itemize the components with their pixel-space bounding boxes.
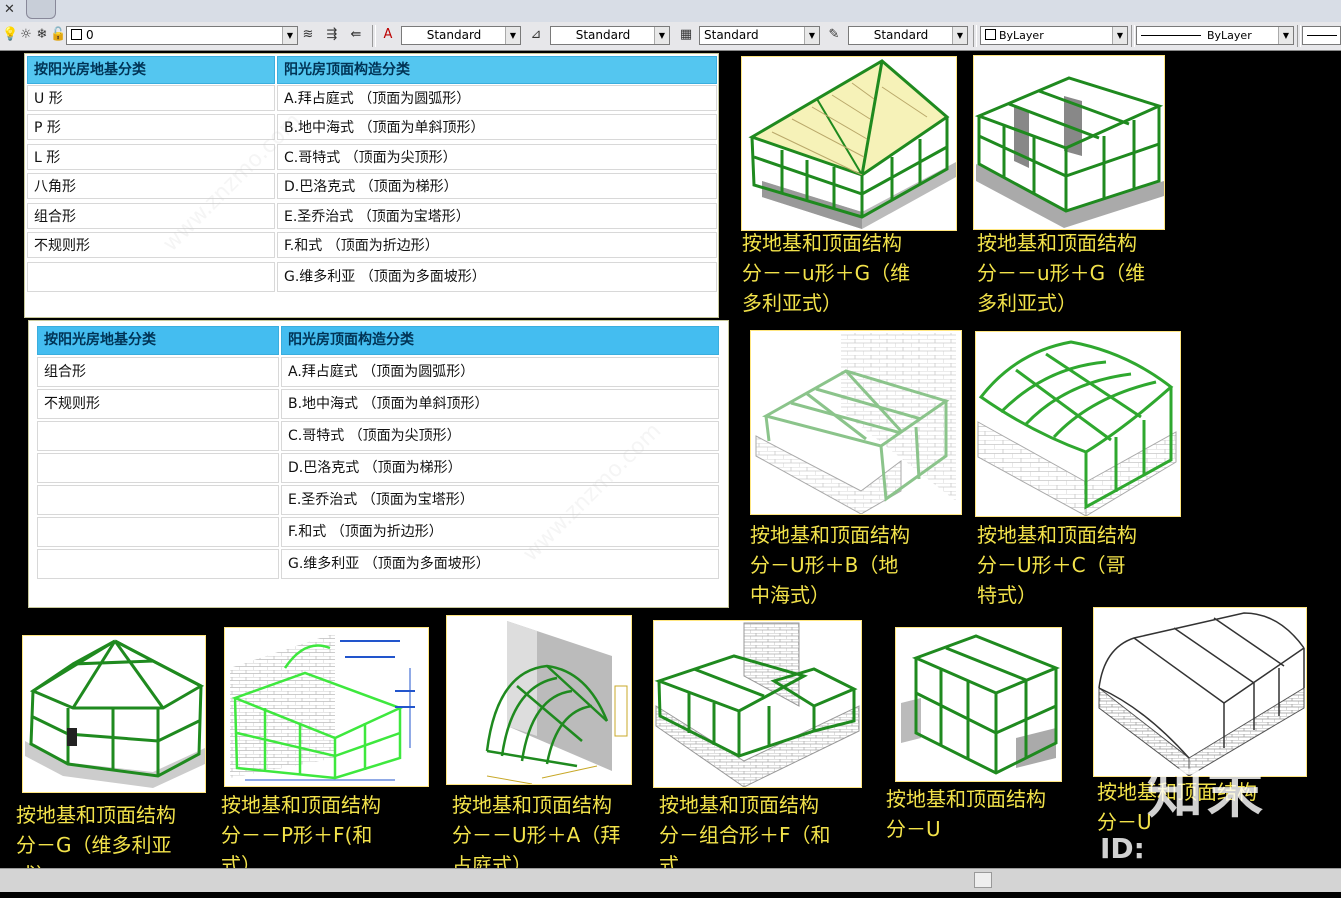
layer-properties-icon[interactable]: ≋: [300, 27, 316, 43]
toolbar-separator: [1131, 25, 1135, 47]
classification-table-1: 按阳光房地基分类 阳光房顶面构造分类 U 形 A.拜占庭式 （顶面为圆弧形） P…: [24, 53, 719, 318]
table-style-dropdown[interactable]: Standard ▼: [699, 26, 820, 45]
drawing-tab[interactable]: [26, 0, 56, 19]
table-cell: D.巴洛克式 （顶面为梯形）: [277, 173, 717, 199]
table-cell: [37, 485, 279, 515]
watermark-logo: 知末: [1147, 761, 1267, 826]
lineweight-sample-icon: [1307, 35, 1337, 36]
table-cell: B.地中海式 （顶面为单斜顶形）: [277, 114, 717, 140]
drawing-caption: 按地基和顶面结构 分－U形＋B（地 中海式）: [750, 523, 910, 607]
table-style-icon[interactable]: ▦: [678, 27, 694, 43]
table-style-value: Standard: [704, 28, 759, 42]
drawing-caption: 按地基和顶面结构 分－－P形＋F(和 式）: [221, 793, 381, 877]
close-icon[interactable]: ✕: [4, 2, 15, 17]
table-cell: U 形: [27, 85, 275, 111]
color-swatch-icon: [985, 29, 996, 40]
chevron-down-icon[interactable]: ▼: [1278, 27, 1293, 44]
text-style-dropdown[interactable]: Standard ▼: [401, 26, 521, 45]
sunroom-drawing-7: [446, 615, 632, 785]
chevron-down-icon[interactable]: ▼: [505, 27, 520, 44]
multileader-style-value: Standard: [873, 28, 929, 42]
linetype-dropdown[interactable]: ByLayer ▼: [1136, 26, 1294, 45]
table-header: 阳光房顶面构造分类: [281, 326, 719, 355]
drawing-caption: 按地基和顶面结构 分－－u形＋G（维 多利亚式）: [742, 231, 911, 315]
table-cell: F.和式 （顶面为折边形）: [277, 232, 717, 258]
table-cell: G.维多利亚 （顶面为多面坡形）: [281, 549, 719, 579]
dim-style-value: Standard: [575, 28, 631, 42]
sunroom-drawing-8: [653, 620, 862, 788]
scrollbar-thumb[interactable]: [974, 872, 992, 888]
horizontal-scrollbar[interactable]: [0, 868, 1341, 892]
chevron-down-icon[interactable]: ▼: [282, 27, 297, 44]
table-header: 阳光房顶面构造分类: [277, 56, 717, 84]
linetype-sample-icon: [1141, 35, 1201, 36]
drawing-caption: 按地基和顶面结构 分－U: [886, 787, 1046, 841]
table-cell: [37, 549, 279, 579]
table-cell: 不规则形: [27, 232, 275, 258]
drawing-caption: 按地基和顶面结构 分－－u形＋G（维 多利亚式）: [977, 231, 1146, 315]
drawing-caption: 按地基和顶面结构 分－组合形＋F（和 式: [659, 793, 831, 877]
toolbar-separator: [973, 25, 977, 47]
chevron-down-icon[interactable]: ▼: [1112, 27, 1127, 44]
table-cell: A.拜占庭式 （顶面为圆弧形）: [281, 357, 719, 387]
properties-toolbar: 💡 ☼ ❄ 🔓 0 ▼ ≋ ⇶ ⇚ A Standard ▼ ⊿ Standar…: [0, 22, 1341, 51]
table-cell: 不规则形: [37, 389, 279, 419]
sunroom-drawing-9: [895, 627, 1062, 782]
sunroom-drawing-6: [224, 627, 429, 787]
table-cell: P 形: [27, 114, 275, 140]
table-cell: 组合形: [37, 357, 279, 387]
chevron-down-icon[interactable]: ▼: [654, 27, 669, 44]
table-cell: B.地中海式 （顶面为单斜顶形）: [281, 389, 719, 419]
table-cell: [37, 421, 279, 451]
table-cell: D.巴洛克式 （顶面为梯形）: [281, 453, 719, 483]
sunroom-drawing-5: [22, 635, 206, 793]
multileader-style-icon[interactable]: ✎: [826, 27, 842, 43]
layer-value: 0: [86, 28, 94, 42]
lock-icon[interactable]: 🔓: [50, 27, 66, 43]
sunroom-drawing-1: [741, 56, 957, 231]
drawing-caption: 按地基和顶面结构 分－－U形＋A（拜 占庭式）: [452, 793, 621, 877]
chevron-down-icon[interactable]: ▼: [804, 27, 819, 44]
table-cell: G.维多利亚 （顶面为多面坡形）: [277, 262, 717, 292]
table-cell: C.哥特式 （顶面为尖顶形）: [277, 144, 717, 170]
table-cell: E.圣乔治式 （顶面为宝塔形）: [281, 485, 719, 515]
toolbar-separator: [372, 25, 376, 47]
table-cell: [37, 517, 279, 547]
table-cell: [37, 453, 279, 483]
title-strip: ✕: [0, 0, 1341, 23]
sunroom-drawing-4: [975, 331, 1181, 517]
linetype-value: ByLayer: [1207, 29, 1252, 42]
table-cell: F.和式 （顶面为折边形）: [281, 517, 719, 547]
table-header: 按阳光房地基分类: [37, 326, 279, 355]
lightbulb-icon[interactable]: 💡: [2, 27, 18, 43]
dim-style-icon[interactable]: ⊿: [528, 27, 544, 43]
table-cell: A.拜占庭式 （顶面为圆弧形）: [277, 85, 717, 111]
layer-color-icon: [71, 29, 82, 40]
color-dropdown[interactable]: ByLayer ▼: [980, 26, 1128, 45]
layer-dropdown[interactable]: 0 ▼: [66, 26, 298, 45]
multileader-style-dropdown[interactable]: Standard ▼: [848, 26, 968, 45]
dim-style-dropdown[interactable]: Standard ▼: [550, 26, 670, 45]
sunroom-drawing-2: [973, 55, 1165, 230]
chevron-down-icon[interactable]: ▼: [952, 27, 967, 44]
drawing-caption: 按地基和顶面结构 分－U形＋C（哥 特式）: [977, 523, 1137, 607]
table-cell: 组合形: [27, 203, 275, 229]
table-cell: [27, 262, 275, 292]
layer-previous-icon[interactable]: ⇚: [348, 27, 364, 43]
color-value: ByLayer: [999, 29, 1044, 42]
layer-state-icon[interactable]: ⇶: [324, 27, 340, 43]
freeze-icon[interactable]: ❄: [34, 27, 50, 43]
table-header: 按阳光房地基分类: [27, 56, 275, 84]
table-cell: E.圣乔治式 （顶面为宝塔形）: [277, 203, 717, 229]
sunroom-drawing-3: [750, 330, 962, 515]
toolbar-separator: [1297, 25, 1301, 47]
sun-icon[interactable]: ☼: [18, 27, 34, 43]
text-style-value: Standard: [426, 28, 482, 42]
text-style-icon[interactable]: A: [380, 27, 396, 43]
lineweight-dropdown[interactable]: [1302, 26, 1341, 45]
